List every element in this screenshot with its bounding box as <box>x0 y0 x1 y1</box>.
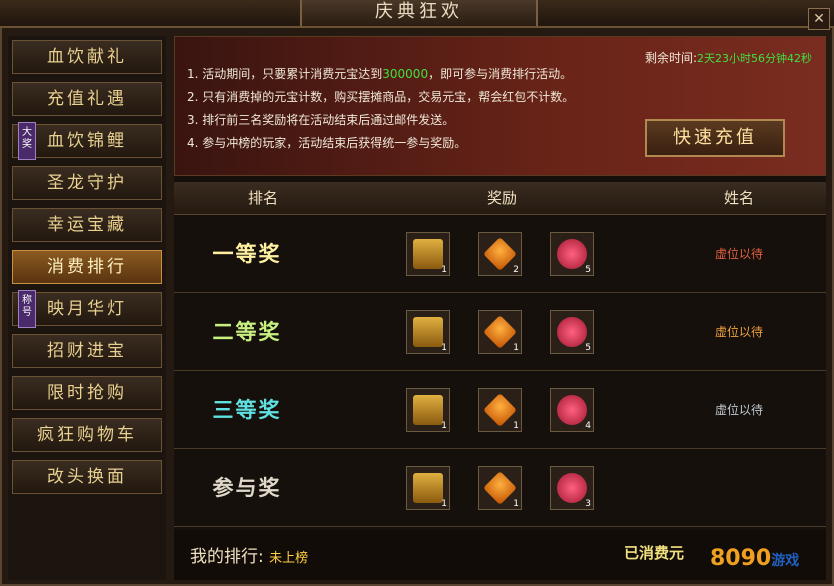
rule-line: 1. 活动期间，只要累计消费元宝达到300000，即可参与消费排行活动。 <box>187 65 572 82</box>
reward-count: 1 <box>441 499 447 509</box>
rule-line: 4. 参与冲榜的玩家，活动结束后获得统一参与奖励。 <box>187 136 467 150</box>
sidebar-badge: 大奖 <box>18 122 36 160</box>
sidebar-item[interactable]: 充值礼遇 <box>12 82 162 116</box>
player-name: 虚位以待 <box>714 247 763 261</box>
chest-icon <box>413 239 443 269</box>
reward-slot[interactable]: 1 <box>478 466 522 510</box>
reward-count: 3 <box>585 499 591 509</box>
reward-count: 2 <box>513 265 519 275</box>
logo-text: 8090 <box>710 546 772 571</box>
quick-recharge-button[interactable]: 快速充值 <box>645 119 785 157</box>
rules-banner: 1. 活动期间，只要累计消费元宝达到300000，即可参与消费排行活动。 2. … <box>174 36 826 176</box>
reward-count: 1 <box>441 265 447 275</box>
sidebar-item[interactable]: 限时抢购 <box>12 376 162 410</box>
main-panel: 1. 活动期间，只要累计消费元宝达到300000，即可参与消费排行活动。 2. … <box>174 36 826 580</box>
sidebar-item[interactable]: 疯狂购物车 <box>12 418 162 452</box>
rank-label: 三等奖 <box>212 397 282 422</box>
table-row: 三等奖 1 1 4 虚位以待 <box>174 372 826 449</box>
reward-slot[interactable]: 3 <box>550 466 594 510</box>
header-reward: 奖励 <box>486 189 517 207</box>
sidebar-item[interactable]: 改头换面 <box>12 460 162 494</box>
reward-count: 1 <box>441 343 447 353</box>
player-name: 虚位以待 <box>714 325 763 339</box>
reward-slot[interactable]: 1 <box>406 388 450 432</box>
reward-slot[interactable]: 1 <box>406 310 450 354</box>
table-row: 二等奖 1 1 5 虚位以待 <box>174 294 826 371</box>
player-name: 虚位以待 <box>714 403 763 417</box>
dialog-title: 庆典狂欢 <box>300 0 538 26</box>
reward-slot[interactable]: 1 <box>478 310 522 354</box>
rank-label: 一等奖 <box>212 241 282 266</box>
reward-count: 1 <box>513 421 519 431</box>
sidebar-item[interactable]: 招财进宝 <box>12 334 162 368</box>
remaining-time-value: 2天23小时56分钟42秒 <box>697 52 813 65</box>
sidebar: 血饮献礼 充值礼遇 血饮锦鲤 大奖 圣龙守护 幸运宝藏 消费排行 映月华灯 称号 招财进宝 限时抢购… <box>8 36 166 580</box>
reward-count: 1 <box>441 421 447 431</box>
logo-suffix: 游戏 <box>771 553 800 569</box>
my-rank-value: 未上榜 <box>269 551 309 566</box>
title-bar: 庆典狂欢 ✕ <box>0 0 834 30</box>
reward-slot[interactable]: 4 <box>550 388 594 432</box>
reward-slot[interactable]: 5 <box>550 232 594 276</box>
sidebar-item[interactable]: 圣龙守护 <box>12 166 162 200</box>
remaining-time-label: 剩余时间: <box>645 51 698 65</box>
rank-label: 参与奖 <box>212 475 282 500</box>
table-header: 排名 奖励 姓名 <box>174 182 826 215</box>
player-name <box>674 450 804 526</box>
rule-highlight: 300000 <box>382 67 429 81</box>
rose-icon <box>557 395 587 425</box>
rule-line: 2. 只有消费掉的元宝计数，购买摆摊商品，交易元宝，帮会红包不计数。 <box>187 90 575 104</box>
site-logo: 8090游戏 <box>710 546 830 582</box>
rose-icon <box>557 239 587 269</box>
table-row: 参与奖 1 1 3 <box>174 450 826 527</box>
reward-slot[interactable]: 2 <box>478 232 522 276</box>
gem-icon <box>483 315 517 349</box>
chest-icon <box>413 317 443 347</box>
rose-icon <box>557 317 587 347</box>
reward-count: 4 <box>585 421 591 431</box>
chest-icon <box>413 395 443 425</box>
header-rank: 排名 <box>247 189 278 207</box>
gem-icon <box>483 237 517 271</box>
rule-text: ，即可参与消费排行活动。 <box>428 67 573 81</box>
spent-label: 已消费元 <box>624 544 685 562</box>
my-rank: 我的排行: 未上榜 <box>190 542 308 567</box>
sidebar-badge: 称号 <box>18 290 36 328</box>
reward-count: 5 <box>585 265 591 275</box>
gem-icon <box>483 393 517 427</box>
rank-label: 二等奖 <box>212 319 282 344</box>
reward-count: 1 <box>513 499 519 509</box>
reward-slot[interactable]: 1 <box>478 388 522 432</box>
header-name: 姓名 <box>723 189 754 207</box>
rule-text: 1. 活动期间，只要累计消费元宝达到 <box>187 67 383 81</box>
chest-icon <box>413 473 443 503</box>
rose-icon <box>557 473 587 503</box>
sidebar-item[interactable]: 幸运宝藏 <box>12 208 162 242</box>
my-rank-label: 我的排行: <box>190 547 264 567</box>
reward-count: 1 <box>513 343 519 353</box>
close-icon[interactable]: ✕ <box>808 8 830 30</box>
sidebar-item[interactable]: 血饮献礼 <box>12 40 162 74</box>
reward-slot[interactable]: 1 <box>406 232 450 276</box>
sidebar-item[interactable]: 消费排行 <box>12 250 162 284</box>
reward-slot[interactable]: 5 <box>550 310 594 354</box>
gem-icon <box>483 471 517 505</box>
rule-line: 3. 排行前三名奖励将在活动结束后通过邮件发送。 <box>187 113 455 127</box>
table-row: 一等奖 1 2 5 虚位以待 <box>174 216 826 293</box>
reward-slot[interactable]: 1 <box>406 466 450 510</box>
remaining-time: 剩余时间:2天23小时56分钟42秒 <box>645 49 812 66</box>
reward-count: 5 <box>585 343 591 353</box>
